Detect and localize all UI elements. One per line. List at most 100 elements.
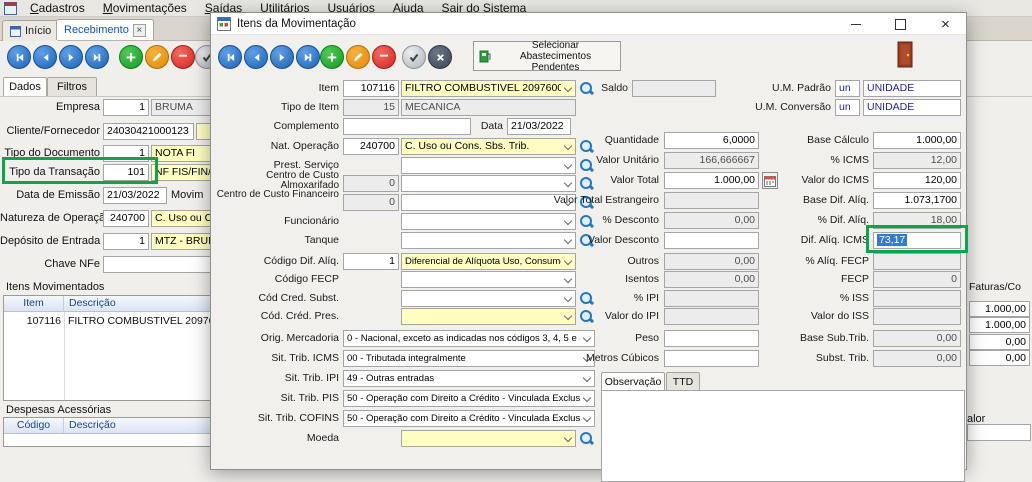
nat-operacao-code-field[interactable]: 240700	[343, 138, 399, 155]
dialog-first-record-button[interactable]	[218, 45, 242, 69]
peso-field[interactable]	[664, 330, 759, 347]
sit-trib-cofins-select-text: 50 - Operação com Direito a Crédito - Vi…	[347, 411, 580, 426]
sit-trib-cofins-select[interactable]: 50 - Operação com Direito a Crédito - Vi…	[343, 410, 595, 427]
valor-desconto-field[interactable]	[664, 232, 759, 249]
deposito-entrada-label: Depósito de Entrada	[0, 233, 100, 250]
chevron-down-icon	[583, 374, 591, 382]
tab-dados[interactable]: Dados	[3, 77, 47, 96]
dialog-confirm-button[interactable]	[402, 45, 426, 69]
peso-label: Peso	[491, 330, 659, 347]
column-header-item[interactable]: Item	[4, 296, 64, 312]
data-emissao-label: Data de Emissão	[0, 187, 100, 204]
selecionar-abastecimentos-label: Selecionar Abastecimentos Pendentes	[496, 40, 615, 73]
last-record-button[interactable]	[85, 45, 109, 69]
empresa-code-field[interactable]: 1	[103, 99, 149, 116]
dialog-add-button[interactable]	[320, 45, 344, 69]
natureza-operacao-code-field[interactable]: 240700	[103, 210, 149, 227]
valor-total-field[interactable]: 1.000,00	[664, 172, 759, 189]
dialog-cancel-button[interactable]	[428, 45, 452, 69]
dif-aliq-icms-field[interactable]: 73,17	[873, 232, 961, 249]
valor-unitario-field: 166,666667	[664, 152, 759, 169]
item-label: Item	[216, 80, 339, 97]
dialog-title-bar[interactable]: Itens da Movimentação	[211, 13, 966, 35]
tipo-transacao-code-field[interactable]: 101	[103, 164, 149, 181]
centro-custo-financeiro-label: Centro de Custo Financeiro	[216, 190, 339, 210]
orig-mercadoria-label: Orig. Mercadoria	[216, 330, 339, 347]
pct-icms-label: % ICMS	[771, 152, 869, 169]
chevron-down-icon	[583, 394, 591, 402]
menu-cadastros[interactable]: Cadastros	[21, 1, 94, 15]
saldo-label: Saldo	[511, 80, 628, 97]
tab-filtros[interactable]: Filtros	[47, 77, 97, 96]
selecionar-abastecimentos-button[interactable]: Selecionar Abastecimentos Pendentes	[473, 41, 621, 71]
sit-trib-ipi-select[interactable]: 49 - Outras entradas	[343, 370, 595, 387]
item-code-field[interactable]: 107116	[343, 80, 399, 97]
observacao-textarea[interactable]	[601, 390, 965, 482]
base-calculo-label: Base Cálculo	[771, 132, 869, 149]
add-button[interactable]	[119, 45, 143, 69]
tab-recebimento[interactable]: Recebimento	[56, 19, 154, 40]
column-header-codigo[interactable]: Código	[4, 418, 64, 434]
valor-field-fragment[interactable]	[967, 424, 1031, 441]
valor-icms-field[interactable]: 120,00	[873, 172, 961, 189]
complemento-label: Complemento	[216, 118, 339, 135]
base-sub-trib-label: Base Sub.Trib.	[771, 330, 869, 347]
maximize-button[interactable]	[878, 13, 923, 35]
item-cell[interactable]: 107116	[4, 314, 61, 329]
subst-trib-label: Subst. Trib.	[771, 350, 869, 367]
deposito-entrada-code-field[interactable]: 1	[103, 233, 149, 250]
delete-button[interactable]	[171, 45, 195, 69]
sit-trib-pis-select-text: 50 - Operação com Direito a Crédito - Vi…	[347, 391, 580, 406]
tab-observacao[interactable]: Observação	[601, 372, 665, 390]
complemento-field[interactable]	[343, 118, 471, 135]
chevron-down-icon	[564, 434, 572, 442]
pct-ipi-field	[664, 290, 759, 307]
dialog-next-record-button[interactable]	[270, 45, 294, 69]
moeda-search-icon[interactable]	[579, 431, 594, 447]
sit-trib-pis-select[interactable]: 50 - Operação com Direito a Crédito - Vi…	[343, 390, 595, 407]
next-record-button[interactable]	[59, 45, 83, 69]
exit-door-icon[interactable]	[895, 41, 915, 68]
fecp-label: FECP	[771, 271, 869, 288]
close-tab-icon[interactable]	[133, 24, 146, 37]
edit-button[interactable]	[145, 45, 169, 69]
quantidade-field[interactable]: 6,0000	[664, 132, 759, 149]
tipo-item-code-field: 15	[343, 99, 399, 116]
data-emissao-field[interactable]: 21/03/2022	[103, 187, 167, 204]
dialog-edit-button[interactable]	[346, 45, 370, 69]
prev-record-button[interactable]	[33, 45, 57, 69]
moeda-label: Moeda	[216, 430, 339, 447]
app-icon	[4, 2, 17, 15]
close-button[interactable]	[923, 13, 968, 35]
cod-cred-pres-label: Cód. Créd. Pres.	[216, 308, 339, 325]
pct-dif-aliq-label: % Dif. Alíq.	[771, 212, 869, 229]
base-dif-aliq-field[interactable]: 1.073,1700	[873, 192, 961, 209]
base-sub-trib-field: 0,00	[873, 330, 961, 347]
metros-cubicos-field[interactable]	[664, 350, 759, 367]
menu-movimentacoes[interactable]: Movimentações	[94, 1, 196, 15]
chevron-down-icon	[583, 414, 591, 422]
tab-inicio[interactable]: Início	[2, 20, 59, 41]
dialog-title: Itens da Movimentação	[237, 18, 356, 30]
empresa-label: Empresa	[0, 99, 100, 116]
minimize-button[interactable]	[833, 13, 878, 35]
tipo-item-desc-field: MECANICA	[401, 99, 576, 116]
sit-trib-ipi-select-text: 49 - Outras entradas	[347, 371, 580, 386]
tab-ttd[interactable]: TTD	[666, 372, 700, 390]
tab-recebimento-label: Recebimento	[64, 24, 129, 36]
dialog-prev-record-button[interactable]	[244, 45, 268, 69]
codigo-dif-aliq-code-field[interactable]: 1	[343, 253, 399, 270]
dialog-last-record-button[interactable]	[296, 45, 320, 69]
tipo-documento-code-field[interactable]: 1	[103, 145, 149, 162]
um-conversao-code-field: un	[835, 99, 860, 116]
um-padrao-label: U.M. Padrão	[731, 80, 831, 97]
centro-custo-almoxarifado-code-field: 0	[343, 175, 399, 192]
fuel-pump-icon	[479, 49, 492, 63]
natureza-operacao-label: Natureza de Operação	[0, 210, 100, 227]
dialog-delete-button[interactable]	[372, 45, 396, 69]
cliente-fornecedor-field[interactable]: 24030421000123	[103, 123, 194, 140]
base-calculo-field[interactable]: 1.000,00	[873, 132, 961, 149]
first-record-button[interactable]	[7, 45, 31, 69]
moeda-combo[interactable]	[401, 430, 576, 447]
valor-iss-field	[873, 308, 961, 325]
